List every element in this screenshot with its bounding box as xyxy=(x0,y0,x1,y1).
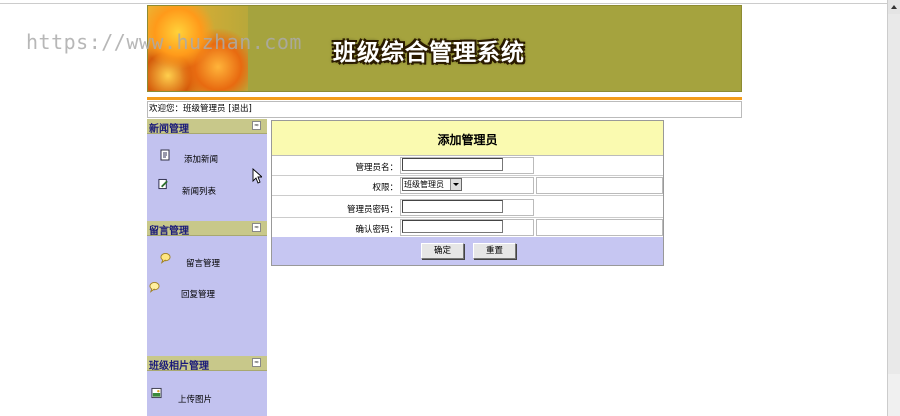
role-select[interactable]: 班级管理员 xyxy=(402,178,462,191)
vertical-scrollbar[interactable] xyxy=(887,0,900,416)
mouse-cursor-icon xyxy=(252,168,262,184)
submit-button[interactable]: 确定 xyxy=(421,243,464,259)
password-input[interactable] xyxy=(402,200,503,213)
confirm-extra-cell xyxy=(536,219,663,236)
form-header: 添加管理员 xyxy=(272,121,663,156)
row-role: 权限： 班级管理员 xyxy=(272,176,663,196)
confirm-password-input[interactable] xyxy=(402,220,503,233)
system-title: 班级综合管理系统 xyxy=(333,40,525,66)
section-title: 新闻管理 xyxy=(149,124,189,135)
collapse-icon[interactable]: ≈ xyxy=(252,121,261,130)
collapse-icon[interactable]: ≈ xyxy=(252,358,261,367)
row-confirm: 确认密码： xyxy=(272,218,663,238)
image-upload-icon xyxy=(151,387,162,399)
role-extra-cell xyxy=(536,177,663,194)
username-label: 管理员名： xyxy=(355,163,398,173)
section-title: 留言管理 xyxy=(149,226,189,237)
welcome-text: 欢迎您：班级管理员 xyxy=(149,104,226,114)
sidebar-item-message-manage[interactable]: 留言管理 xyxy=(186,257,220,269)
main-content: 添加管理员 管理员名： 权限： 班级管理员 管理员密码： 确认密码： 确定 重置 xyxy=(270,119,743,416)
document-icon xyxy=(160,149,170,161)
form-title: 添加管理员 xyxy=(437,133,498,147)
chevron-down-icon[interactable] xyxy=(450,179,461,190)
sidebar-item-news-list[interactable]: 新闻列表 xyxy=(182,185,216,197)
sidebar: 新闻管理 ≈ 添加新闻 新闻列表 留言管理 ≈ 留言管理 回复管理 班级相片管理… xyxy=(147,119,267,416)
window-top-edge xyxy=(0,0,887,4)
sidebar-item-add-news[interactable]: 添加新闻 xyxy=(184,153,218,165)
scroll-up-arrow-icon[interactable] xyxy=(888,0,900,15)
reply-bubble-icon xyxy=(149,281,160,293)
form-actions: 确定 重置 xyxy=(272,237,663,265)
username-input[interactable] xyxy=(402,158,503,171)
section-title: 班级相片管理 xyxy=(149,361,209,372)
add-admin-form: 添加管理员 管理员名： 权限： 班级管理员 管理员密码： 确认密码： 确定 重置 xyxy=(271,120,664,266)
sidebar-item-upload-photo[interactable]: 上传图片 xyxy=(178,393,212,405)
reset-button[interactable]: 重置 xyxy=(473,243,516,259)
edit-list-icon xyxy=(158,178,168,190)
role-label: 权限： xyxy=(372,183,398,193)
sidebar-item-reply-manage[interactable]: 回复管理 xyxy=(181,288,215,300)
message-bubble-icon xyxy=(160,252,171,264)
logout-link[interactable]: [退出] xyxy=(228,104,252,114)
accent-divider xyxy=(147,97,742,100)
row-password: 管理员密码： xyxy=(272,198,663,218)
sidebar-section-photos[interactable]: 班级相片管理 ≈ xyxy=(147,356,267,372)
sidebar-section-news[interactable]: 新闻管理 ≈ xyxy=(147,119,267,135)
row-username: 管理员名： xyxy=(272,156,663,176)
sidebar-section-messages[interactable]: 留言管理 ≈ xyxy=(147,221,267,237)
scrollbar-thumb[interactable] xyxy=(888,14,900,374)
role-select-value: 班级管理员 xyxy=(404,180,444,189)
welcome-bar: 欢迎您：班级管理员 [退出] xyxy=(147,101,742,118)
password-label: 管理员密码： xyxy=(346,205,398,215)
confirm-label: 确认密码： xyxy=(355,225,398,235)
collapse-icon[interactable]: ≈ xyxy=(252,223,261,232)
watermark-text: https://www.huzhan.com xyxy=(26,30,302,54)
